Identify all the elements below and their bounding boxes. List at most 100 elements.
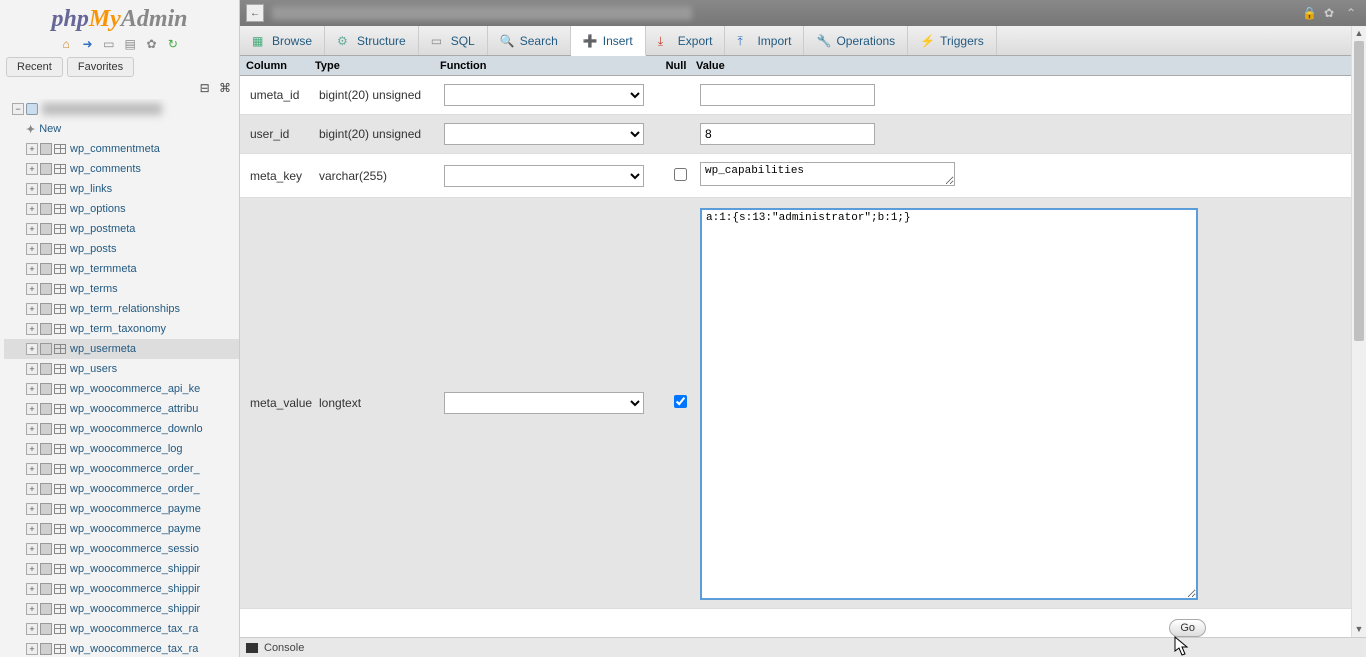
structure-icon[interactable]: [40, 423, 52, 435]
plus-icon[interactable]: +: [26, 603, 38, 615]
table-label[interactable]: wp_woocommerce_shippir: [70, 603, 200, 615]
table-label[interactable]: wp_usermeta: [70, 343, 136, 355]
tree-table-wp_posts[interactable]: +wp_posts: [4, 239, 239, 259]
table-label[interactable]: wp_commentmeta: [70, 143, 160, 155]
structure-icon[interactable]: [40, 343, 52, 355]
plus-icon[interactable]: +: [26, 423, 38, 435]
structure-icon[interactable]: [40, 363, 52, 375]
structure-icon[interactable]: [40, 143, 52, 155]
table-label[interactable]: wp_termmeta: [70, 263, 137, 275]
collapse-icon[interactable]: ⊟: [196, 81, 210, 93]
tab-sql[interactable]: ▭SQL: [419, 26, 488, 55]
table-label[interactable]: wp_woocommerce_order_: [70, 483, 200, 495]
structure-icon[interactable]: [40, 323, 52, 335]
table-label[interactable]: wp_woocommerce_downlo: [70, 423, 203, 435]
tree-new[interactable]: ✦ New: [4, 119, 239, 139]
tree-table-wp_woocommerce_tax_ra[interactable]: +wp_woocommerce_tax_ra: [4, 619, 239, 639]
tab-insert[interactable]: ➕Insert: [571, 26, 646, 56]
function-select-meta_key[interactable]: [444, 165, 644, 187]
plus-icon[interactable]: +: [26, 163, 38, 175]
table-label[interactable]: wp_woocommerce_payme: [70, 503, 201, 515]
plus-icon[interactable]: +: [26, 283, 38, 295]
table-label[interactable]: wp_woocommerce_tax_ra: [70, 643, 198, 655]
plus-icon[interactable]: +: [26, 143, 38, 155]
table-label[interactable]: wp_woocommerce_shippir: [70, 563, 200, 575]
db-name-blurred[interactable]: [42, 103, 162, 115]
plus-icon[interactable]: +: [26, 483, 38, 495]
structure-icon[interactable]: [40, 563, 52, 575]
plus-icon[interactable]: +: [26, 183, 38, 195]
back-button[interactable]: ←: [246, 4, 264, 22]
plus-icon[interactable]: +: [26, 383, 38, 395]
structure-icon[interactable]: [40, 383, 52, 395]
logout-icon[interactable]: ➜: [80, 37, 94, 51]
structure-icon[interactable]: [40, 203, 52, 215]
tree-table-wp_links[interactable]: + wp_links: [4, 179, 239, 199]
tree-table-wp_postmeta[interactable]: +wp_postmeta: [4, 219, 239, 239]
tree-table-wp_woocommerce_payme[interactable]: +wp_woocommerce_payme: [4, 519, 239, 539]
tree-table-wp_woocommerce_attribu[interactable]: +wp_woocommerce_attribu: [4, 399, 239, 419]
value-textarea-meta_value[interactable]: a:1:{s:13:"administrator";b:1;}: [700, 208, 1198, 600]
tree-server[interactable]: −: [4, 99, 239, 119]
plus-icon[interactable]: +: [26, 503, 38, 515]
tab-operations[interactable]: 🔧Operations: [804, 26, 908, 55]
scroll-down-arrow[interactable]: ▼: [1352, 622, 1366, 637]
sql-window-icon[interactable]: ▭: [102, 37, 116, 51]
structure-icon[interactable]: [40, 503, 52, 515]
plus-icon[interactable]: +: [26, 463, 38, 475]
function-select-umeta_id[interactable]: [444, 84, 644, 106]
table-label[interactable]: wp_terms: [70, 283, 118, 295]
tree-table-wp_termmeta[interactable]: +wp_termmeta: [4, 259, 239, 279]
structure-icon[interactable]: [40, 263, 52, 275]
plus-icon[interactable]: +: [26, 543, 38, 555]
tab-import[interactable]: ⤒Import: [725, 26, 804, 55]
structure-icon[interactable]: [40, 283, 52, 295]
tree-table-wp_term_relationships[interactable]: +wp_term_relationships: [4, 299, 239, 319]
tree-table-wp_woocommerce_order_[interactable]: + wp_woocommerce_order_: [4, 479, 239, 499]
structure-icon[interactable]: [40, 303, 52, 315]
tree-table-wp_users[interactable]: +wp_users: [4, 359, 239, 379]
console-bar[interactable]: Console: [240, 637, 1366, 657]
table-label[interactable]: wp_links: [70, 183, 112, 195]
tree-table-wp_terms[interactable]: + wp_terms: [4, 279, 239, 299]
structure-icon[interactable]: [40, 543, 52, 555]
plus-icon[interactable]: +: [26, 323, 38, 335]
settings-icon[interactable]: ✿: [145, 37, 159, 51]
structure-icon[interactable]: [40, 523, 52, 535]
plus-icon[interactable]: +: [26, 583, 38, 595]
lock-icon[interactable]: 🔒: [1302, 6, 1316, 20]
tab-export[interactable]: ⤓Export: [646, 26, 726, 55]
plus-icon[interactable]: +: [26, 563, 38, 575]
collapse-top-icon[interactable]: ⌃: [1346, 6, 1360, 20]
table-label[interactable]: wp_woocommerce_log: [70, 443, 183, 455]
tab-browse[interactable]: ▦Browse: [240, 26, 325, 55]
gear-icon[interactable]: ✿: [1324, 6, 1338, 20]
table-label[interactable]: wp_woocommerce_api_ke: [70, 383, 200, 395]
structure-icon[interactable]: [40, 483, 52, 495]
plus-icon[interactable]: +: [26, 643, 38, 655]
value-input-umeta_id[interactable]: [700, 84, 875, 106]
plus-icon[interactable]: +: [26, 243, 38, 255]
structure-icon[interactable]: [40, 183, 52, 195]
favorites-tab[interactable]: Favorites: [67, 57, 134, 77]
plus-icon[interactable]: +: [26, 403, 38, 415]
tree-table-wp_woocommerce_log[interactable]: + wp_woocommerce_log: [4, 439, 239, 459]
structure-icon[interactable]: [40, 443, 52, 455]
structure-icon[interactable]: [40, 623, 52, 635]
tab-structure[interactable]: ⚙Structure: [325, 26, 419, 55]
value-input-user_id[interactable]: [700, 123, 875, 145]
table-label[interactable]: wp_woocommerce_payme: [70, 523, 201, 535]
table-label[interactable]: wp_woocommerce_shippir: [70, 583, 200, 595]
reload-icon[interactable]: ↻: [166, 37, 180, 51]
docs-icon[interactable]: ▤: [123, 37, 137, 51]
function-select-user_id[interactable]: [444, 123, 644, 145]
plus-icon[interactable]: +: [26, 443, 38, 455]
tab-search[interactable]: 🔍Search: [488, 26, 571, 55]
tree-table-wp_woocommerce_payme[interactable]: + wp_woocommerce_payme: [4, 499, 239, 519]
vertical-scrollbar[interactable]: ▲ ▼: [1351, 26, 1366, 637]
table-label[interactable]: wp_users: [70, 363, 117, 375]
link-icon[interactable]: ⌘: [217, 81, 231, 93]
structure-icon[interactable]: [40, 243, 52, 255]
tree-table-wp_term_taxonomy[interactable]: +wp_term_taxonomy: [4, 319, 239, 339]
table-label[interactable]: wp_woocommerce_order_: [70, 463, 200, 475]
